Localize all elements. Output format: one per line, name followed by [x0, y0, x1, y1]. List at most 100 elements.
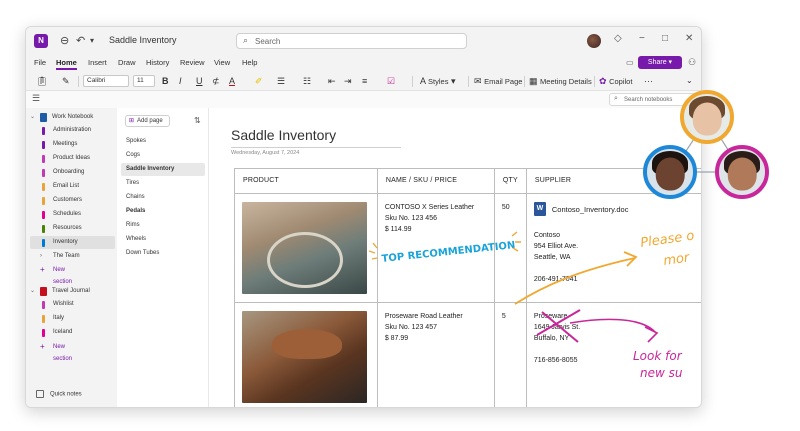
section-italy[interactable]: Italy [30, 312, 115, 325]
menu-draw[interactable]: Draw [118, 58, 136, 67]
section-product-ideas[interactable]: Product Ideas [30, 152, 115, 165]
underline-button[interactable]: U [196, 75, 203, 87]
indent-icon[interactable]: ⇥ [344, 75, 352, 87]
comment-icon[interactable]: ▭ [626, 58, 634, 67]
menu-history[interactable]: History [146, 58, 169, 67]
quick-notes-button[interactable]: Quick notes [36, 390, 82, 398]
page-canvas[interactable]: Saddle Inventory Wednesday, August 7, 20… [210, 108, 701, 407]
search-input[interactable]: ⌕ Search [236, 33, 467, 49]
more-options-button[interactable]: ··· [644, 75, 653, 87]
qty-cell[interactable]: 5 [493, 302, 527, 407]
quick-access-dropdown-icon[interactable]: ▾ [90, 33, 94, 49]
copilot-button[interactable]: ✿ Copilot [599, 75, 632, 88]
email-page-button[interactable]: ✉ Email Page [474, 75, 522, 88]
name-cell[interactable]: CONTOSO X Series Leather Sku No. 123 456… [376, 193, 495, 303]
paste-icon[interactable]: 📋︎ [36, 75, 47, 87]
page-pedals[interactable]: Pedals [121, 205, 205, 218]
align-icon[interactable]: ≡ [362, 75, 367, 87]
page-spokes[interactable]: Spokes [121, 135, 205, 148]
collapse-ribbon-icon[interactable]: ⌄ [686, 75, 693, 87]
add-page-button[interactable]: ⊞ Add page [125, 115, 170, 127]
supplier-cell[interactable]: Proseware 1649 Jarvis St. Buffalo, NY 71… [525, 302, 701, 407]
maximize-button[interactable]: □ [662, 33, 668, 44]
tag-icon[interactable]: ☑ [387, 75, 395, 87]
add-page-icon: ⊞ [129, 118, 135, 124]
section-color-tab [42, 169, 45, 177]
menu-home[interactable]: Home [56, 58, 77, 70]
collaborator-avatar-2[interactable] [643, 145, 697, 199]
copilot-label: Copilot [609, 77, 633, 86]
title-underline [231, 147, 401, 148]
page-rims[interactable]: Rims [121, 219, 205, 232]
inventory-table[interactable]: PRODUCT NAME / SKU / PRICE QTY SUPPLIER … [234, 168, 701, 407]
section-color-tab [42, 127, 45, 135]
minimize-button[interactable]: − [639, 33, 645, 44]
notebook-sidebar: ⌄ Work Notebook Administration Meetings … [26, 108, 117, 407]
section-label: Iceland [53, 329, 73, 335]
section-email-list[interactable]: Email List [30, 180, 115, 193]
supplier-city: Buffalo, NY [533, 335, 570, 342]
page-chains[interactable]: Chains [121, 191, 205, 204]
supplier-cell[interactable]: W Contoso_Inventory.doc Contoso 954 Elli… [525, 193, 701, 303]
bold-button[interactable]: B [162, 75, 169, 87]
collaborator-avatar-3[interactable] [715, 145, 769, 199]
sort-icon[interactable]: ⇅ [194, 116, 201, 125]
menu-insert[interactable]: Insert [88, 58, 107, 67]
page-wheels[interactable]: Wheels [121, 233, 205, 246]
italic-button[interactable]: I [179, 75, 182, 87]
section-schedules[interactable]: Schedules [30, 208, 115, 221]
hamburger-icon[interactable]: ☰ [32, 93, 40, 104]
menu-help[interactable]: Help [242, 58, 257, 67]
font-family-select[interactable]: Calibri [83, 75, 129, 87]
qty-cell[interactable]: 50 [493, 193, 527, 303]
section-onboarding[interactable]: Onboarding [30, 166, 115, 179]
highlight-icon[interactable]: ✐ [255, 75, 263, 87]
font-size-select[interactable]: 11 [133, 75, 155, 87]
people-icon[interactable]: ⚇ [688, 57, 696, 68]
font-color-button[interactable]: A [229, 75, 235, 87]
section-meetings[interactable]: Meetings [30, 138, 115, 151]
section-administration[interactable]: Administration [30, 124, 115, 137]
account-avatar[interactable] [587, 34, 601, 48]
page-down-tubes[interactable]: Down Tubes [121, 247, 205, 260]
share-button[interactable]: Share ▾ [638, 56, 682, 69]
collaborator-avatar-1[interactable] [680, 90, 734, 144]
page-tires[interactable]: Tires [121, 177, 205, 190]
menu-file[interactable]: File [34, 58, 46, 67]
back-icon[interactable]: ⊖ [60, 33, 69, 49]
section-wishlist[interactable]: Wishlist [30, 298, 115, 311]
styles-button[interactable]: A Styles ▾ [420, 75, 456, 88]
undo-icon[interactable]: ↶ [76, 33, 85, 49]
menu-view[interactable]: View [214, 58, 230, 67]
bike-saddle-photo[interactable] [242, 311, 367, 403]
bike-saddle-photo[interactable] [242, 202, 367, 294]
section-customers[interactable]: Customers [30, 194, 115, 207]
section-inventory[interactable]: Inventory [30, 236, 115, 249]
notebook-work[interactable]: ⌄ Work Notebook [30, 112, 116, 123]
attachment[interactable]: W Contoso_Inventory.doc [533, 202, 695, 216]
section-label: Wishlist [53, 301, 74, 307]
meeting-details-button[interactable]: ▦ Meeting Details [529, 75, 592, 88]
page-title[interactable]: Saddle Inventory [231, 127, 336, 143]
page-cogs[interactable]: Cogs [121, 149, 205, 162]
name-cell[interactable]: Proseware Road Leather Sku No. 123 457 $… [376, 302, 495, 407]
page-saddle-inventory[interactable]: Saddle Inventory [121, 163, 205, 176]
section-color-tab [42, 301, 45, 309]
close-button[interactable]: ✕ [685, 33, 693, 44]
format-painter-icon[interactable]: ✎ [62, 75, 70, 87]
section-color-tab [42, 155, 45, 163]
title-bar: N ⊖ ↶ ▾ Saddle Inventory ⌕ Search ◇ − □ … [26, 27, 701, 55]
section-iceland[interactable]: Iceland [30, 326, 115, 339]
menu-review[interactable]: Review [180, 58, 205, 67]
outdent-icon[interactable]: ⇤ [328, 75, 336, 87]
notebook-icon [40, 113, 47, 122]
section-color-tab [42, 239, 45, 247]
bullets-icon[interactable]: ☰ [277, 75, 285, 87]
diamond-icon[interactable]: ◇ [614, 33, 622, 44]
numbering-icon[interactable]: ☷ [303, 75, 311, 87]
section-resources[interactable]: Resources [30, 222, 115, 235]
section-group-the-team[interactable]: › The Team [30, 250, 115, 263]
notebook-travel[interactable]: ⌄ Travel Journal [30, 286, 116, 297]
section-label: Schedules [53, 211, 82, 217]
clear-formatting-icon[interactable]: ⊄ [212, 75, 220, 87]
